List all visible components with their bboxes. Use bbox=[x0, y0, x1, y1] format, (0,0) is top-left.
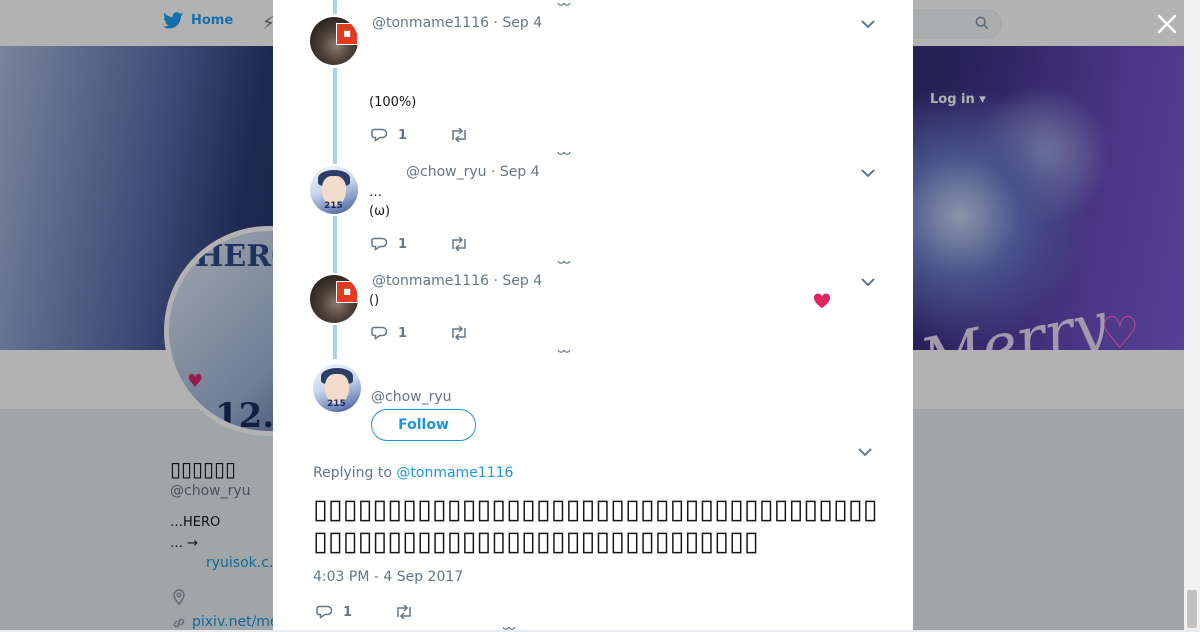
more-dots-icon bbox=[557, 151, 571, 155]
avatar-number-mark: 215 bbox=[324, 201, 343, 211]
tweet-text-line1: … bbox=[369, 185, 382, 200]
scrollbar[interactable] bbox=[1184, 0, 1200, 630]
replying-prefix: Replying to bbox=[313, 465, 392, 481]
reply-icon bbox=[371, 237, 388, 251]
tweet-author-handle[interactable]: @tonmame1116 bbox=[372, 273, 489, 289]
retweet-icon[interactable] bbox=[449, 326, 469, 340]
reply-count: 1 bbox=[343, 604, 353, 620]
avatar-badge: ■ bbox=[336, 281, 358, 303]
more-dots-icon bbox=[557, 2, 571, 6]
reply-icon bbox=[316, 605, 333, 619]
reply-button[interactable]: 1 bbox=[316, 604, 352, 620]
scrollbar-thumb[interactable] bbox=[1187, 590, 1197, 628]
avatar[interactable]: ■ bbox=[310, 17, 358, 65]
thread-line bbox=[333, 325, 337, 359]
tweet-author-handle[interactable]: @chow_ryu bbox=[406, 164, 487, 180]
avatar[interactable]: ■ bbox=[310, 275, 358, 323]
chevron-down-icon[interactable] bbox=[861, 19, 875, 29]
main-tweet-timestamp[interactable]: 4:03 PM - 4 Sep 2017 bbox=[313, 569, 463, 585]
close-icon[interactable] bbox=[1155, 12, 1179, 36]
reply-count: 1 bbox=[398, 325, 408, 341]
tweet-date[interactable]: Sep 4 bbox=[502, 273, 542, 289]
avatar[interactable]: 215 bbox=[310, 166, 358, 214]
thread-line bbox=[333, 68, 337, 164]
avatar-number-mark: 215 bbox=[327, 399, 346, 409]
tweet-header: @tonmame1116 · Sep 4 bbox=[372, 15, 543, 31]
retweet-icon[interactable] bbox=[394, 605, 414, 619]
tweet-header: @chow_ryu · Sep 4 bbox=[406, 164, 540, 180]
thread-line bbox=[333, 0, 337, 14]
replying-to-mention[interactable]: @tonmame1116 bbox=[396, 465, 513, 481]
heart-icon bbox=[813, 293, 831, 308]
thread-line bbox=[333, 216, 337, 273]
chevron-down-icon[interactable] bbox=[861, 277, 875, 287]
reply-icon bbox=[371, 326, 388, 340]
reply-button[interactable]: 1 bbox=[371, 127, 407, 143]
tweet-text: () bbox=[369, 293, 380, 308]
reply-count: 1 bbox=[398, 236, 408, 252]
avatar-badge: ■ bbox=[336, 23, 358, 45]
reply-icon bbox=[371, 128, 388, 142]
retweet-icon[interactable] bbox=[449, 237, 469, 251]
more-dots-icon bbox=[557, 260, 571, 264]
tweet-text-line2: (ω) bbox=[369, 204, 391, 219]
more-dots-icon bbox=[557, 349, 571, 353]
tweet-text: (100%) bbox=[369, 95, 417, 110]
reply-count: 1 bbox=[398, 127, 408, 143]
chevron-down-icon[interactable] bbox=[858, 447, 872, 457]
replying-to: Replying to @tonmame1116 bbox=[313, 465, 513, 481]
retweet-icon[interactable] bbox=[449, 128, 469, 142]
main-tweet-avatar[interactable]: 215 bbox=[313, 364, 361, 412]
tweet-header: @tonmame1116 · Sep 4 bbox=[372, 273, 543, 289]
tweet-author-handle[interactable]: @tonmame1116 bbox=[372, 15, 489, 31]
more-dots-icon bbox=[502, 626, 516, 630]
tweet-date[interactable]: Sep 4 bbox=[502, 15, 542, 31]
main-tweet-handle[interactable]: @chow_ryu bbox=[371, 389, 452, 405]
reply-button[interactable]: 1 bbox=[371, 325, 407, 341]
chevron-down-icon[interactable] bbox=[861, 168, 875, 178]
main-tweet-text: ▯▯▯▯▯▯▯▯▯▯▯▯▯▯▯▯▯▯▯▯▯▯▯▯▯▯▯▯▯▯▯▯▯▯▯▯▯▯▯▯… bbox=[313, 494, 878, 557]
reply-button[interactable]: 1 bbox=[371, 236, 407, 252]
tweet-date[interactable]: Sep 4 bbox=[500, 164, 540, 180]
follow-button[interactable]: Follow bbox=[371, 409, 476, 441]
